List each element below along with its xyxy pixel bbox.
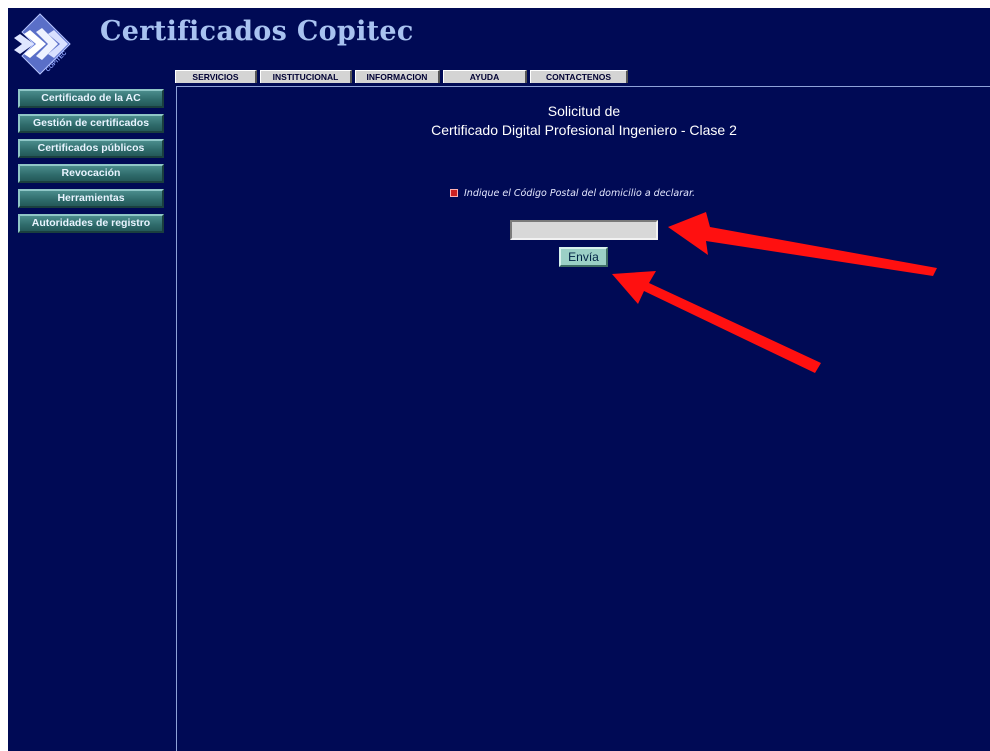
- top-navigation: SERVICIOS INSTITUCIONAL INFORMACION AYUD…: [175, 70, 631, 83]
- sidebar: Certificado de la AC Gestión de certific…: [18, 89, 164, 239]
- nav-informacion[interactable]: INFORMACION: [355, 70, 440, 83]
- nav-institucional[interactable]: INSTITUCIONAL: [260, 70, 352, 83]
- page-frame: COPITEC Certificados Copitec SERVICIOS I…: [8, 8, 990, 751]
- sidebar-item-gestion-certificados[interactable]: Gestión de certificados: [18, 114, 164, 133]
- instruction-text: Indique el Código Postal del domicilio a…: [464, 188, 696, 199]
- sidebar-item-autoridades-registro[interactable]: Autoridades de registro: [18, 214, 164, 233]
- sidebar-item-revocacion[interactable]: Revocación: [18, 164, 164, 183]
- bullet-icon: [450, 188, 458, 197]
- sidebar-item-herramientas[interactable]: Herramientas: [18, 189, 164, 208]
- sidebar-item-certificado-ac[interactable]: Certificado de la AC: [18, 89, 164, 108]
- page-heading-line2: Certificado Digital Profesional Ingenier…: [431, 122, 737, 138]
- nav-ayuda[interactable]: AYUDA: [443, 70, 527, 83]
- submit-button[interactable]: Envía: [559, 247, 608, 267]
- nav-servicios[interactable]: SERVICIOS: [175, 70, 257, 83]
- page-heading-line1: Solicitud de: [547, 103, 621, 119]
- copitec-logo: COPITEC: [14, 13, 71, 75]
- sidebar-item-certificados-publicos[interactable]: Certificados públicos: [18, 139, 164, 158]
- content-area: [176, 86, 990, 751]
- nav-contactenos[interactable]: CONTACTENOS: [530, 70, 628, 83]
- site-title: Certificados Copitec: [100, 16, 414, 47]
- instruction-row: Indique el Código Postal del domicilio a…: [450, 188, 695, 199]
- postal-code-input[interactable]: [510, 220, 658, 240]
